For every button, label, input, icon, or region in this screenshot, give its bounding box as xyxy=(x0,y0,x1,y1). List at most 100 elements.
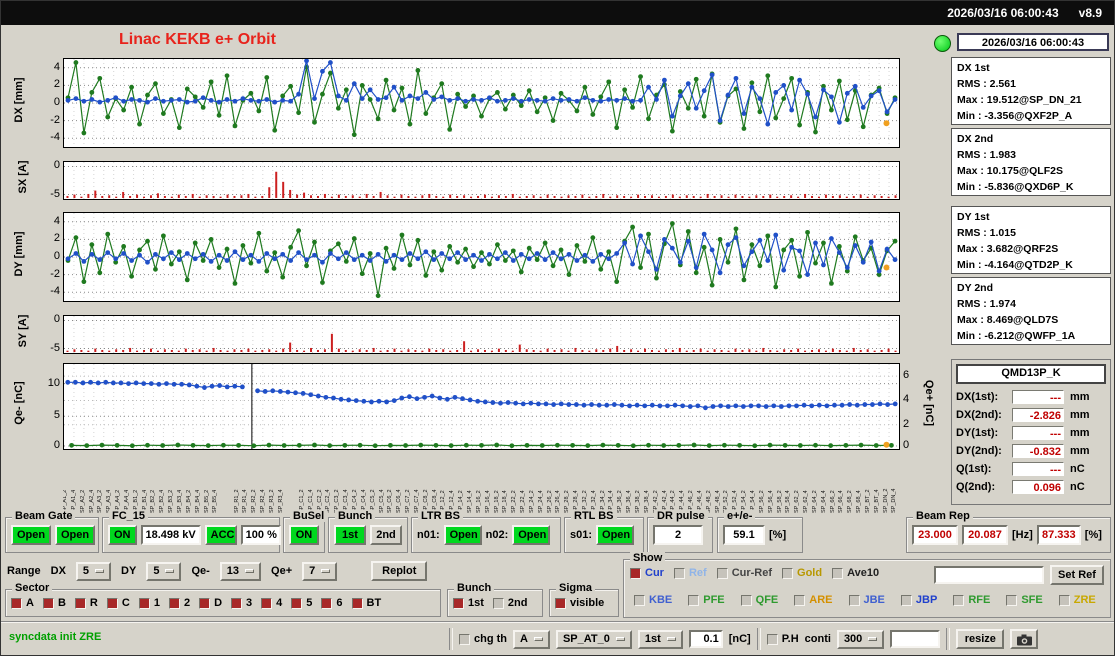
dx-plot[interactable]: 4 2 0 -2 -4 xyxy=(50,58,900,148)
checkbox[interactable] xyxy=(630,567,641,579)
checkbox[interactable] xyxy=(321,597,333,609)
checkbox[interactable] xyxy=(291,597,303,609)
show-kbe[interactable]: KBE xyxy=(634,594,672,606)
bunch-1st[interactable]: 1st xyxy=(453,597,484,609)
checkbox[interactable] xyxy=(1006,594,1018,606)
fc15-on-button[interactable]: ON xyxy=(108,525,137,545)
checkbox[interactable] xyxy=(848,594,860,606)
set-ref-input[interactable] xyxy=(934,566,1044,584)
checkbox[interactable] xyxy=(138,597,150,609)
beam-gate-open-1-button[interactable]: Open xyxy=(11,525,51,545)
chg-th-checkbox-box[interactable] xyxy=(459,633,470,645)
sx-plot[interactable]: 0 -5 xyxy=(50,159,900,200)
show-pfe[interactable]: PFE xyxy=(688,594,725,606)
checkbox[interactable] xyxy=(168,597,180,609)
threshold-input[interactable] xyxy=(688,630,723,648)
device-group-select[interactable]: A xyxy=(513,629,550,649)
ltr-n01-open-button[interactable]: Open xyxy=(443,525,482,545)
interval-select[interactable]: 300 xyxy=(836,629,885,649)
sector-2[interactable]: 2 xyxy=(168,597,190,609)
checkbox[interactable] xyxy=(673,567,685,579)
monitor-title[interactable]: QMD13P_K xyxy=(956,364,1106,384)
checkbox[interactable] xyxy=(688,594,700,606)
bunch-2nd-button[interactable]: 2nd xyxy=(370,525,402,545)
checkbox[interactable] xyxy=(740,594,752,606)
fc15-acc-button[interactable]: ACC xyxy=(204,525,237,545)
sector-r[interactable]: R xyxy=(74,597,98,609)
checkbox[interactable] xyxy=(900,594,912,606)
show-jbe[interactable]: JBE xyxy=(848,594,885,606)
checkbox[interactable] xyxy=(794,594,806,606)
show-zre[interactable]: ZRE xyxy=(1058,594,1096,606)
dy-plot[interactable]: 4 2 0 -2 -4 xyxy=(50,212,900,302)
bunch-1st-button[interactable]: 1st xyxy=(334,525,366,545)
bunch-2nd[interactable]: 2nd xyxy=(492,597,527,609)
checkbox[interactable] xyxy=(261,597,273,609)
screenshot-button[interactable] xyxy=(1010,629,1039,649)
replot-button[interactable]: Replot xyxy=(371,561,428,581)
sector-6[interactable]: 6 xyxy=(321,597,343,609)
checkbox[interactable] xyxy=(199,597,211,609)
sector-c[interactable]: C xyxy=(106,597,130,609)
y-tick-label: 10 xyxy=(47,376,60,389)
checkbox[interactable] xyxy=(42,597,54,609)
range-qe-select[interactable]: 13 xyxy=(219,561,262,581)
checkbox[interactable] xyxy=(716,567,728,579)
checkbox[interactable] xyxy=(1058,594,1070,606)
show-qfe[interactable]: QFE xyxy=(740,594,778,606)
chg-th-checkbox[interactable]: chg th xyxy=(459,633,507,645)
sy-plot[interactable]: 0 -5 xyxy=(50,313,900,354)
sigma-visible[interactable]: visible xyxy=(555,597,604,609)
checkbox[interactable] xyxy=(492,597,504,609)
statusbar-input[interactable] xyxy=(890,630,941,648)
sector-3[interactable]: 3 xyxy=(231,597,252,609)
sector-1[interactable]: 1 xyxy=(138,597,160,609)
show-rfe[interactable]: RFE xyxy=(953,594,990,606)
show-gold[interactable]: Gold xyxy=(782,567,822,579)
checkbox[interactable] xyxy=(953,594,965,606)
sector-4[interactable]: 4 xyxy=(261,597,282,609)
beam-gate-open-2-button[interactable]: Open xyxy=(55,525,95,545)
sector-5[interactable]: 5 xyxy=(291,597,312,609)
bunch-select[interactable]: 1st xyxy=(637,629,683,649)
checkbox[interactable] xyxy=(634,594,645,606)
device-select[interactable]: SP_AT_0 xyxy=(555,629,632,649)
show-cur[interactable]: Cur xyxy=(630,567,664,579)
qe-plot[interactable]: 10 5 0 6 4 2 0 xyxy=(48,363,909,451)
show-ref[interactable]: Ref xyxy=(673,567,707,579)
checkbox[interactable] xyxy=(453,597,464,609)
resize-button[interactable]: resize xyxy=(956,629,1005,649)
checkbox[interactable] xyxy=(11,597,22,609)
rtl-s01-open-button[interactable]: Open xyxy=(596,525,635,545)
range-qe-select[interactable]: 7 xyxy=(302,561,338,581)
sector-a[interactable]: A xyxy=(11,597,34,609)
ph-checkbox[interactable]: P.H xyxy=(766,633,799,645)
device-group-value: A xyxy=(520,633,528,645)
busel-on-button[interactable]: ON xyxy=(289,525,319,545)
show-sfe[interactable]: SFE xyxy=(1006,594,1043,606)
show-ave10[interactable]: Ave10 xyxy=(832,567,879,579)
sector-b[interactable]: B xyxy=(42,597,66,609)
show-jbp[interactable]: JBP xyxy=(900,594,937,606)
bpm-label: SP_62_2 xyxy=(794,490,801,513)
checkbox[interactable] xyxy=(555,597,566,609)
range-dy-select[interactable]: 5 xyxy=(146,561,182,581)
show-curref[interactable]: Cur-Ref xyxy=(716,567,772,579)
y-tick-label: 0 xyxy=(53,250,60,262)
show-are[interactable]: ARE xyxy=(794,594,833,606)
set-ref-button[interactable]: Set Ref xyxy=(1050,565,1104,585)
checkbox[interactable] xyxy=(782,567,794,579)
y-tick-label: 2 xyxy=(53,232,60,245)
checkbox[interactable] xyxy=(832,567,844,579)
checkbox[interactable] xyxy=(74,597,86,609)
dr-pulse-value[interactable]: 2 xyxy=(653,525,703,545)
checkbox[interactable] xyxy=(106,597,118,609)
checkbox[interactable] xyxy=(351,597,363,609)
checkbox[interactable] xyxy=(231,597,243,609)
sector-bt[interactable]: BT xyxy=(351,597,381,609)
sector-d[interactable]: D xyxy=(199,597,222,609)
conti-label: conti xyxy=(804,633,831,645)
ltr-n02-open-button[interactable]: Open xyxy=(512,525,551,545)
ph-checkbox-box[interactable] xyxy=(766,633,778,645)
range-dx-select[interactable]: 5 xyxy=(75,561,112,581)
